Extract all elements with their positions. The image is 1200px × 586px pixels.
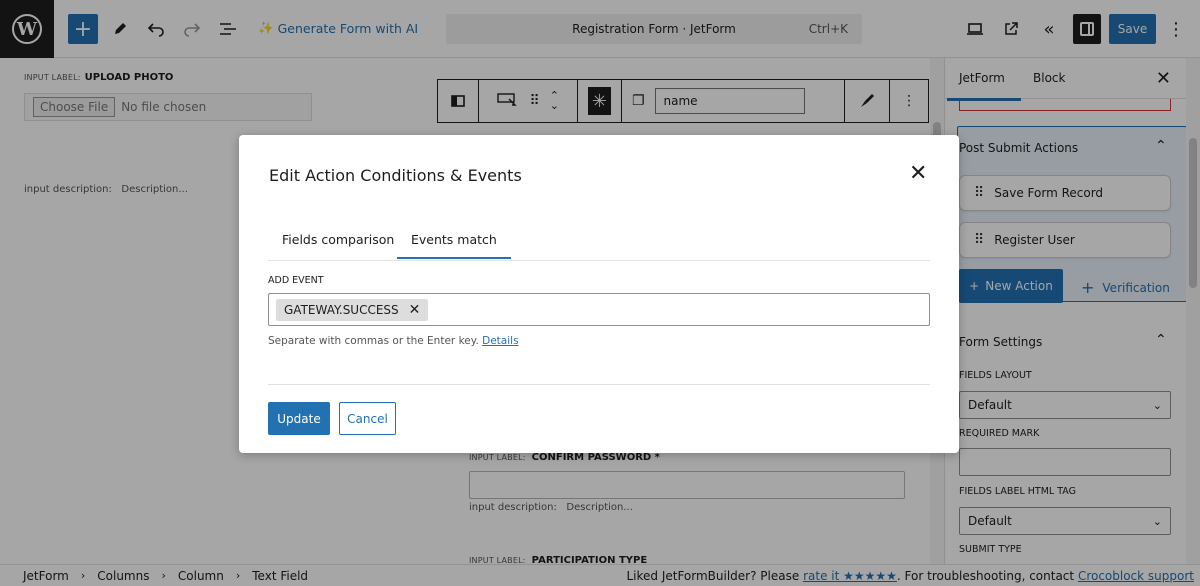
- divider: [268, 384, 930, 385]
- modal-tabs: Fields comparison Events match: [268, 221, 930, 261]
- close-icon[interactable]: ✕: [909, 163, 927, 185]
- edit-conditions-modal: Edit Action Conditions & Events ✕ Fields…: [239, 135, 959, 453]
- modal-title: Edit Action Conditions & Events: [269, 166, 522, 185]
- cancel-button[interactable]: Cancel: [339, 402, 396, 435]
- details-link[interactable]: Details: [482, 335, 518, 347]
- update-button[interactable]: Update: [268, 402, 330, 435]
- tab-fields-comparison[interactable]: Fields comparison: [282, 232, 394, 247]
- add-event-label: ADD EVENT: [268, 275, 324, 286]
- tab-events-match[interactable]: Events match: [397, 232, 511, 259]
- remove-token-icon[interactable]: ✕: [409, 302, 421, 318]
- help-text: Separate with commas or the Enter key. D…: [268, 335, 519, 347]
- event-token: GATEWAY.SUCCESS ✕: [276, 299, 429, 321]
- add-event-input[interactable]: GATEWAY.SUCCESS ✕: [268, 293, 930, 326]
